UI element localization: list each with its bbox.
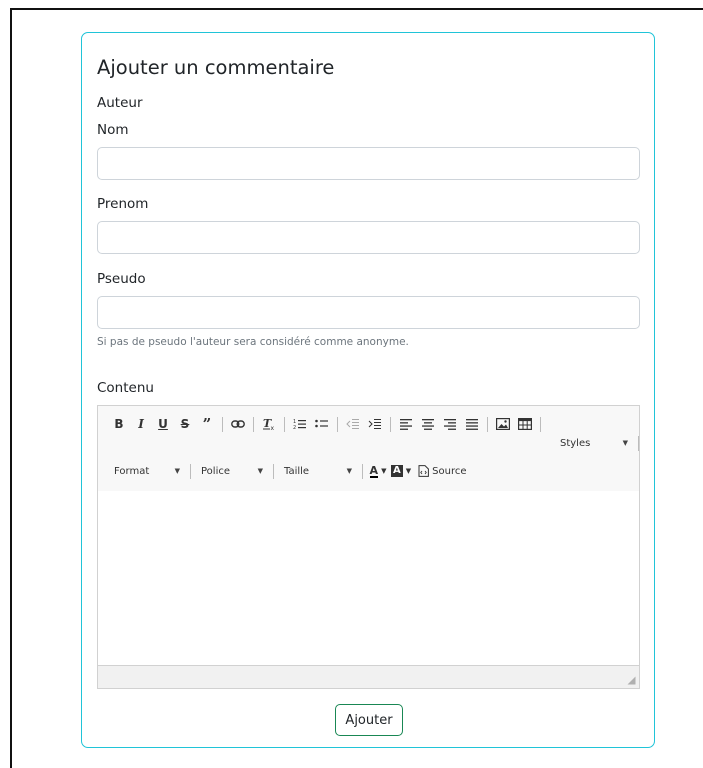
text-color-icon: A <box>369 463 379 478</box>
italic-icon[interactable]: I <box>131 414 151 434</box>
editor-toolbar: B I U S ” Tx 12 Styles ▼ Format ▼ Police… <box>98 406 639 492</box>
format-dropdown[interactable]: Format ▼ <box>108 461 186 481</box>
resize-grip-icon[interactable] <box>627 676 636 685</box>
text-color-button[interactable]: A ▼ <box>368 461 388 481</box>
author-section-label: Auteur <box>97 95 143 111</box>
styles-dropdown-label: Styles <box>560 437 591 449</box>
blockquote-icon[interactable]: ” <box>197 414 217 434</box>
align-left-icon[interactable] <box>396 414 416 434</box>
bulleted-list-icon[interactable] <box>312 414 332 434</box>
editor-status-bar <box>98 665 639 688</box>
toolbar-separator <box>362 463 363 479</box>
chevron-down-icon: ▼ <box>381 467 387 475</box>
image-icon[interactable] <box>493 414 513 434</box>
form-title: Ajouter un commentaire <box>97 56 335 79</box>
toolbar-row-1: B I U S ” Tx 12 <box>108 414 545 434</box>
pseudo-help-text: Si pas de pseudo l'auteur sera considéré… <box>97 336 409 348</box>
size-dropdown[interactable]: Taille ▼ <box>278 461 358 481</box>
nom-label: Nom <box>97 122 129 138</box>
toolbar-separator <box>222 416 223 432</box>
font-dropdown[interactable]: Police ▼ <box>195 461 269 481</box>
justify-icon[interactable] <box>462 414 482 434</box>
outdent-icon[interactable] <box>343 414 363 434</box>
toolbar-separator <box>390 416 391 432</box>
toolbar-separator <box>487 416 488 432</box>
rich-text-editor: B I U S ” Tx 12 Styles ▼ Format ▼ Police… <box>97 405 640 689</box>
toolbar-separator <box>190 463 191 479</box>
source-icon <box>418 465 430 477</box>
toolbar-separator <box>253 416 254 432</box>
editor-content-area[interactable] <box>98 491 639 666</box>
bold-icon[interactable]: B <box>109 414 129 434</box>
chevron-down-icon: ▼ <box>174 467 180 475</box>
pseudo-label: Pseudo <box>97 271 146 287</box>
underline-icon[interactable]: U <box>153 414 173 434</box>
background-color-icon: A <box>391 465 403 477</box>
prenom-input[interactable] <box>97 221 640 254</box>
comment-form-card: Ajouter un commentaire Auteur Nom Prenom… <box>81 32 655 748</box>
remove-format-icon[interactable]: Tx <box>259 414 279 434</box>
pseudo-input[interactable] <box>97 296 640 329</box>
toolbar-separator <box>284 416 285 432</box>
svg-text:x: x <box>271 425 275 431</box>
styles-dropdown[interactable]: Styles ▼ <box>554 433 634 453</box>
toolbar-separator <box>638 435 639 451</box>
submit-button[interactable]: Ajouter <box>335 704 403 736</box>
toolbar-separator <box>540 416 541 432</box>
svg-text:2: 2 <box>293 425 296 430</box>
prenom-label: Prenom <box>97 196 149 212</box>
table-icon[interactable] <box>515 414 535 434</box>
chevron-down-icon: ▼ <box>346 467 352 475</box>
toolbar-row-2: Format ▼ Police ▼ Taille ▼ A ▼ A ▼ Sourc… <box>108 461 469 481</box>
contenu-label: Contenu <box>97 380 154 396</box>
size-dropdown-label: Taille <box>284 465 310 477</box>
align-right-icon[interactable] <box>440 414 460 434</box>
chevron-down-icon: ▼ <box>622 439 628 447</box>
source-button[interactable]: Source <box>417 461 467 481</box>
toolbar-separator <box>273 463 274 479</box>
chevron-down-icon: ▼ <box>405 467 412 475</box>
strikethrough-icon[interactable]: S <box>175 414 195 434</box>
toolbar-separator <box>337 416 338 432</box>
chevron-down-icon: ▼ <box>257 467 263 475</box>
font-dropdown-label: Police <box>201 465 230 477</box>
source-button-label: Source <box>432 465 467 477</box>
background-color-button[interactable]: A ▼ <box>390 461 412 481</box>
indent-icon[interactable] <box>365 414 385 434</box>
link-icon[interactable] <box>228 414 248 434</box>
styles-row: Styles ▼ <box>554 433 643 453</box>
align-center-icon[interactable] <box>418 414 438 434</box>
format-dropdown-label: Format <box>114 465 150 477</box>
numbered-list-icon[interactable]: 12 <box>290 414 310 434</box>
nom-input[interactable] <box>97 147 640 180</box>
